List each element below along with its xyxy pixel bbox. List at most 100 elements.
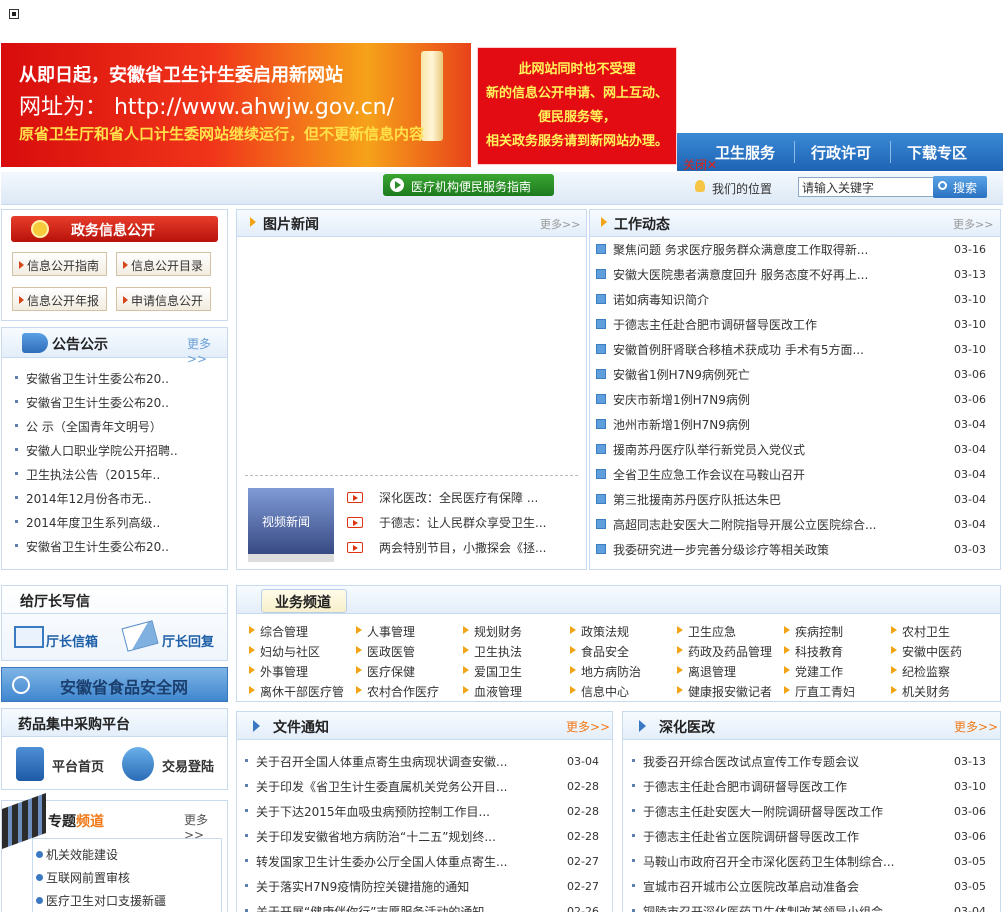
list-item[interactable]: 安徽省卫生计生委公布20.. (15, 538, 169, 555)
list-item[interactable]: 关于下达2015年血吸虫病预防控制工作目... (245, 803, 490, 820)
search-button[interactable]: 搜索 (933, 176, 987, 198)
biz-link[interactable]: 信息中心 (569, 683, 629, 700)
info-guide-button[interactable]: 信息公开指南 (12, 252, 107, 276)
list-item[interactable]: 关于落实H7N9疫情防控关键措施的通知 (244, 878, 469, 895)
notice-more-link[interactable]: 更多>> (187, 335, 227, 366)
list-item[interactable]: 关于印发安徽省地方病防治“十二五”规划终... (245, 828, 496, 845)
new-site-banner[interactable]: 从即日起，安徽省卫生计生委启用新网站 网址为： http://www.ahwjw… (1, 43, 471, 167)
reform-more-link[interactable]: 更多>> (954, 718, 998, 735)
nav-item-health-service[interactable]: 卫生服务 (715, 142, 775, 163)
biz-link[interactable]: 农村合作医疗 (355, 683, 439, 700)
close-banner-button[interactable]: 关闭✕ (683, 156, 717, 173)
list-item[interactable]: 安徽首例肝肾联合移植术获成功 手术有5方面... (596, 341, 864, 358)
list-item[interactable]: 安徽省卫生计生委公布20.. (15, 370, 169, 387)
list-item[interactable]: 高超同志赴安医大二附院指导开展公立医院综合... (595, 516, 876, 533)
video-link[interactable]: 两会特别节目，小撒探会《拯... (379, 539, 546, 556)
list-item[interactable]: 援南苏丹医疗队举行新党员入党仪式 (595, 441, 805, 458)
biz-link[interactable]: 卫生执法 (462, 643, 522, 660)
list-item[interactable]: 于德志主任赴合肥市调研督导医改工作 (631, 778, 847, 795)
list-item[interactable]: 机关效能建设 (46, 846, 118, 863)
biz-link[interactable]: 厅直工青妇 (783, 683, 855, 700)
food-safety-banner[interactable]: 安徽省食品安全网 (1, 667, 228, 702)
apply-info-button[interactable]: 申请信息公开 (116, 287, 211, 311)
list-item[interactable]: 2014年12月份各市无.. (14, 490, 151, 507)
list-item[interactable]: 于德志主任赴合肥市调研督导医改工作 (595, 316, 817, 333)
list-item[interactable]: 聚焦问题 务求医疗服务群众满意度工作取得新... (595, 241, 868, 258)
list-item[interactable]: 安庆市新增1例H7N9病例 (596, 391, 750, 408)
biz-link[interactable]: 党建工作 (783, 663, 843, 680)
info-catalog-button[interactable]: 信息公开目录 (116, 252, 211, 276)
list-item[interactable]: 关于开展“健康伴你行”志愿服务活动的通知 (244, 903, 484, 912)
list-item[interactable]: 铜陵市召开深化医药卫生体制改革领导小组会... (631, 903, 894, 912)
biz-link[interactable]: 规划财务 (462, 623, 522, 640)
list-item[interactable]: 池州市新增1例H7N9病例 (596, 416, 750, 433)
nav-item-downloads[interactable]: 下载专区 (907, 142, 967, 163)
biz-link[interactable]: 纪检监察 (890, 663, 950, 680)
list-item[interactable]: 2014年度卫生系列高级.. (14, 514, 160, 531)
biz-link[interactable]: 农村卫生 (890, 623, 950, 640)
video-link[interactable]: 深化医改：全民医疗有保障 ... (379, 489, 538, 506)
list-item[interactable]: 公 示（全国青年文明号） (15, 418, 162, 435)
gov-info-title[interactable]: 政务信息公开 (11, 216, 218, 242)
list-item[interactable]: 马鞍山市政府召开全市深化医药卫生体制综合... (631, 853, 894, 870)
picture-news-more-link[interactable]: 更多>> (540, 216, 580, 232)
video-news-thumbnail[interactable]: 视频新闻 (248, 488, 334, 562)
list-item[interactable]: 我委研究进一步完善分级诊疗等相关政策 (595, 541, 829, 558)
nav-item-admin-license[interactable]: 行政许可 (811, 142, 871, 163)
biz-link[interactable]: 人事管理 (355, 623, 415, 640)
biz-link[interactable]: 药政及药品管理 (676, 643, 772, 660)
notice-float-banner[interactable]: 此网站同时也不受理 新的信息公开申请、网上互动、 便民服务等， 相关政务服务请到… (477, 47, 677, 165)
item-date: 03-13 (954, 755, 986, 768)
list-item[interactable]: 安徽大医院患者满意度回升 服务态度不好再上... (595, 266, 868, 283)
work-news-more-link[interactable]: 更多>> (953, 216, 993, 232)
mailbox-link[interactable]: 厅长信箱 (46, 631, 98, 650)
list-item[interactable]: 卫生执法公告（2015年.. (14, 466, 160, 483)
biz-link[interactable]: 安徽中医药 (890, 643, 962, 660)
biz-link[interactable]: 医政医管 (355, 643, 415, 660)
biz-link[interactable]: 机关财务 (890, 683, 950, 700)
list-item[interactable]: 医疗卫生对口支援新疆 (46, 892, 166, 909)
letters-panel: 给厅长写信 厅长信箱 厅长回复 (1, 585, 228, 661)
info-annual-report-button[interactable]: 信息公开年报 (12, 287, 107, 311)
service-guide-button[interactable]: 医疗机构便民服务指南 (383, 174, 554, 196)
biz-link[interactable]: 血液管理 (462, 683, 522, 700)
biz-link[interactable]: 政策法规 (569, 623, 629, 640)
file-notice-more-link[interactable]: 更多>> (566, 718, 610, 735)
list-item[interactable]: 于德志主任赴省立医院调研督导医改工作 (631, 828, 859, 845)
list-item[interactable]: 全省卫生应急工作会议在马鞍山召开 (595, 466, 805, 483)
biz-link[interactable]: 卫生应急 (676, 623, 736, 640)
biz-link[interactable]: 食品安全 (569, 643, 629, 660)
biz-link[interactable]: 综合管理 (248, 623, 308, 640)
biz-link[interactable]: 疾病控制 (783, 623, 843, 640)
list-item[interactable]: 我委召开综合医改试点宣传工作专题会议 (631, 753, 859, 770)
biz-link[interactable]: 妇幼与社区 (248, 643, 320, 660)
biz-link[interactable]: 外事管理 (248, 663, 308, 680)
search-input[interactable] (798, 177, 934, 197)
item-date: 03-05 (954, 880, 986, 893)
reply-link[interactable]: 厅长回复 (162, 631, 214, 650)
biz-link[interactable]: 离退管理 (676, 663, 736, 680)
biz-link[interactable]: 地方病防治 (569, 663, 641, 680)
item-date: 03-10 (954, 780, 986, 793)
biz-link[interactable]: 医疗保健 (355, 663, 415, 680)
list-item[interactable]: 第三批援南苏丹医疗队抵达朱巴 (595, 491, 781, 508)
biz-link[interactable]: 离休干部医疗管 (248, 683, 344, 700)
list-item[interactable]: 诺如病毒知识简介 (595, 291, 709, 308)
biz-link[interactable]: 健康报安徽记者 (676, 683, 772, 700)
list-item[interactable]: 于德志主任赴安医大一附院调研督导医改工作 (631, 803, 883, 820)
list-item[interactable]: 关于召开全国人体重点寄生虫病现状调查安徽... (244, 753, 507, 770)
video-icon (347, 492, 363, 503)
list-item[interactable]: 安徽省1例H7N9病例死亡 (596, 366, 750, 383)
biz-link[interactable]: 科技教育 (783, 643, 843, 660)
list-item[interactable]: 安徽人口职业学院公开招聘.. (15, 442, 178, 459)
notice-panel: 公告公示 更多>> 安徽省卫生计生委公布20.. 安徽省卫生计生委公布20.. … (1, 327, 228, 570)
platform-home-link[interactable]: 平台首页 (52, 756, 104, 775)
trade-login-link[interactable]: 交易登陆 (162, 756, 214, 775)
list-item[interactable]: 关于印发《省卫生计生委直属机关党务公开目... (244, 778, 507, 795)
list-item[interactable]: 转发国家卫生计生委办公厅全国人体重点寄生... (244, 853, 507, 870)
biz-link[interactable]: 爱国卫生 (462, 663, 522, 680)
video-link[interactable]: 于德志：让人民群众享受卫生... (379, 514, 546, 531)
list-item[interactable]: 安徽省卫生计生委公布20.. (15, 394, 169, 411)
list-item[interactable]: 互联网前置审核 (46, 869, 130, 886)
list-item[interactable]: 宣城市召开城市公立医院改革启动准备会 (631, 878, 859, 895)
